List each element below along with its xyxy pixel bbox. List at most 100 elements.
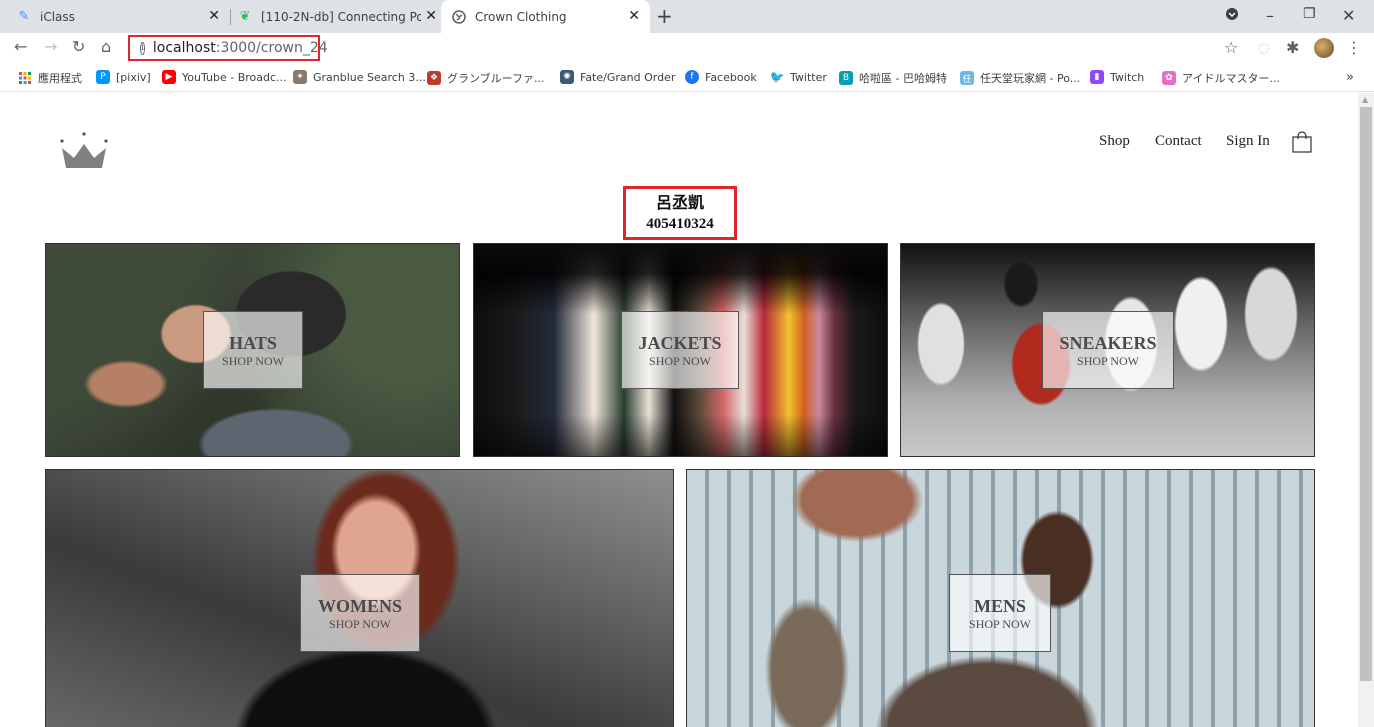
category-title: MENS — [973, 596, 1026, 616]
close-icon[interactable]: ✕ — [425, 8, 437, 24]
bookmark-label: 任天堂玩家網 - Po... — [980, 72, 1081, 85]
pixiv-icon: P — [96, 70, 110, 84]
idolmaster-icon: ✿ — [1162, 71, 1176, 85]
tab-strip: ✎ iClass ✕ ❦ [110-2N-db] Connecting Post… — [0, 0, 1374, 33]
forward-icon[interactable]: → — [44, 37, 57, 56]
bookmark-label: 哈啦區 - 巴哈姆特 — [859, 72, 947, 85]
bookmark-granblue-search[interactable]: ✦ Granblue Search 3... — [293, 70, 426, 84]
category-card-sneakers[interactable]: SNEAKERS SHOP NOW — [900, 243, 1315, 457]
bookmark-twitter[interactable]: 🐦 Twitter — [770, 70, 827, 84]
category-card-hats[interactable]: HATS SHOP NOW — [45, 243, 460, 457]
nav-sign-in-link[interactable]: Sign In — [1226, 133, 1270, 150]
menu-icon[interactable]: ⋮ — [1346, 38, 1362, 57]
avatar[interactable] — [1314, 38, 1334, 58]
jackets-label-box[interactable]: JACKETS SHOP NOW — [621, 311, 739, 389]
twitch-icon: ▮ — [1090, 70, 1104, 84]
bookmark-fgo[interactable]: ✺ Fate/Grand Order — [560, 70, 675, 84]
tab-crown-clothing[interactable]: Crown Clothing ✕ — [441, 0, 650, 33]
bookmark-nintendo[interactable]: 任 任天堂玩家網 - Po... — [960, 70, 1080, 86]
address-path: :3000/crown_24 — [215, 40, 328, 56]
vertical-scrollbar[interactable]: ▲ — [1358, 93, 1374, 727]
bookmark-label: Fate/Grand Order — [580, 70, 676, 84]
close-icon[interactable]: ✕ — [208, 8, 220, 24]
bookmark-star-icon[interactable]: ☆ — [1224, 38, 1238, 57]
profile-menu-icon[interactable] — [1225, 6, 1239, 25]
sneakers-label-box[interactable]: SNEAKERS SHOP NOW — [1042, 311, 1174, 389]
category-card-jackets[interactable]: JACKETS SHOP NOW — [473, 243, 888, 457]
shop-now-label: SHOP NOW — [649, 354, 711, 368]
fgo-icon: ✺ — [560, 70, 574, 84]
shop-now-label: SHOP NOW — [969, 617, 1031, 631]
shopping-bag-icon[interactable] — [1292, 131, 1312, 153]
facebook-icon: f — [685, 70, 699, 84]
nintendo-icon: 任 — [960, 71, 974, 85]
bookmark-label: Twitter — [790, 70, 827, 84]
bookmark-facebook[interactable]: f Facebook — [685, 70, 757, 84]
shop-now-label: SHOP NOW — [222, 354, 284, 368]
category-title: SNEAKERS — [1059, 333, 1157, 353]
bookmark-label: Twitch — [1110, 70, 1145, 84]
globe-icon — [451, 9, 467, 25]
category-title: JACKETS — [638, 333, 722, 353]
reload-icon[interactable]: ↻ — [72, 37, 85, 56]
hats-label-box[interactable]: HATS SHOP NOW — [203, 311, 303, 389]
bookmark-apps[interactable]: 應用程式 — [18, 70, 82, 86]
bahamut-icon: B — [839, 71, 853, 85]
twitter-icon: 🐦 — [769, 70, 785, 84]
student-info-box: 呂丞凱 405410324 — [623, 186, 737, 240]
student-id: 405410324 — [646, 216, 714, 232]
extension-icon[interactable]: ◌ — [1258, 41, 1269, 56]
address-bar[interactable]: i localhost:3000/crown_24 — [128, 35, 328, 61]
category-title: WOMENS — [317, 596, 402, 616]
tab-title: iClass — [40, 9, 75, 24]
tab-iclass[interactable]: ✎ iClass ✕ — [8, 0, 230, 33]
category-card-womens[interactable]: WOMENS SHOP NOW — [45, 469, 674, 727]
home-icon[interactable]: ⌂ — [101, 37, 111, 56]
bookmark-twitch[interactable]: ▮ Twitch — [1090, 70, 1144, 84]
minimize-icon[interactable]: – — [1266, 6, 1274, 25]
bookmark-label: Granblue Search 3... — [313, 70, 426, 84]
bookmark-idolmaster[interactable]: ✿ アイドルマスター... — [1162, 70, 1280, 86]
more-bookmarks-button[interactable]: » — [1346, 70, 1354, 85]
category-title: HATS — [229, 333, 277, 353]
browser-toolbar: ← → ↻ ⌂ i localhost:3000/crown_24 ☆ ◌ ✱ … — [0, 33, 1374, 63]
tab-db-postgres[interactable]: ❦ [110-2N-db] Connecting Postg ✕ — [231, 0, 441, 33]
granblue-icon: ✦ — [293, 70, 307, 84]
bookmark-label: アイドルマスター... — [1182, 72, 1280, 85]
address-host: localhost — [152, 40, 216, 56]
womens-label-box[interactable]: WOMENS SHOP NOW — [300, 574, 420, 652]
evernote-icon: ❦ — [239, 9, 251, 24]
nav-shop-link[interactable]: Shop — [1099, 133, 1130, 150]
crown-logo-icon[interactable] — [60, 132, 108, 170]
iclass-icon: ✎ — [18, 9, 30, 24]
nav-contact-link[interactable]: Contact — [1155, 133, 1202, 150]
back-icon[interactable]: ← — [14, 37, 27, 56]
bookmark-label: Facebook — [705, 70, 757, 84]
tab-title: [110-2N-db] Connecting Postg — [261, 9, 421, 24]
shop-now-label: SHOP NOW — [329, 617, 391, 631]
bookmark-label: グランブルーファ... — [447, 72, 545, 85]
scrollbar-thumb[interactable] — [1360, 107, 1372, 681]
restore-icon[interactable]: ❐ — [1303, 6, 1316, 22]
youtube-icon: ▶ — [162, 70, 176, 84]
bookmark-granblue-fantasy[interactable]: ❖ グランブルーファ... — [427, 70, 545, 86]
shop-now-label: SHOP NOW — [1077, 354, 1139, 368]
bookmark-label: [pixiv] — [116, 70, 151, 84]
site-info-icon[interactable]: i — [140, 41, 145, 55]
new-tab-button[interactable]: + — [656, 4, 673, 28]
bookmark-pixiv[interactable]: P [pixiv] — [96, 70, 151, 84]
bookmark-label: YouTube - Broadc... — [182, 70, 287, 84]
mens-label-box[interactable]: MENS SHOP NOW — [949, 574, 1051, 652]
page-viewport: Shop Contact Sign In 呂丞凱 405410324 HATS … — [0, 93, 1358, 727]
bookmarks-bar: 應用程式 P [pixiv] ▶ YouTube - Broadc... ✦ G… — [0, 63, 1374, 92]
bookmark-bahamut[interactable]: B 哈啦區 - 巴哈姆特 — [839, 70, 947, 86]
category-card-mens[interactable]: MENS SHOP NOW — [686, 469, 1315, 727]
scroll-up-icon[interactable]: ▲ — [1362, 95, 1368, 104]
bookmark-youtube[interactable]: ▶ YouTube - Broadc... — [162, 70, 287, 84]
student-name: 呂丞凱 — [655, 193, 704, 212]
tab-title: Crown Clothing — [475, 9, 567, 24]
granblue-fantasy-icon: ❖ — [427, 71, 441, 85]
close-icon[interactable]: ✕ — [628, 8, 640, 24]
extensions-puzzle-icon[interactable]: ✱ — [1286, 38, 1299, 57]
window-close-icon[interactable]: ✕ — [1342, 6, 1355, 25]
